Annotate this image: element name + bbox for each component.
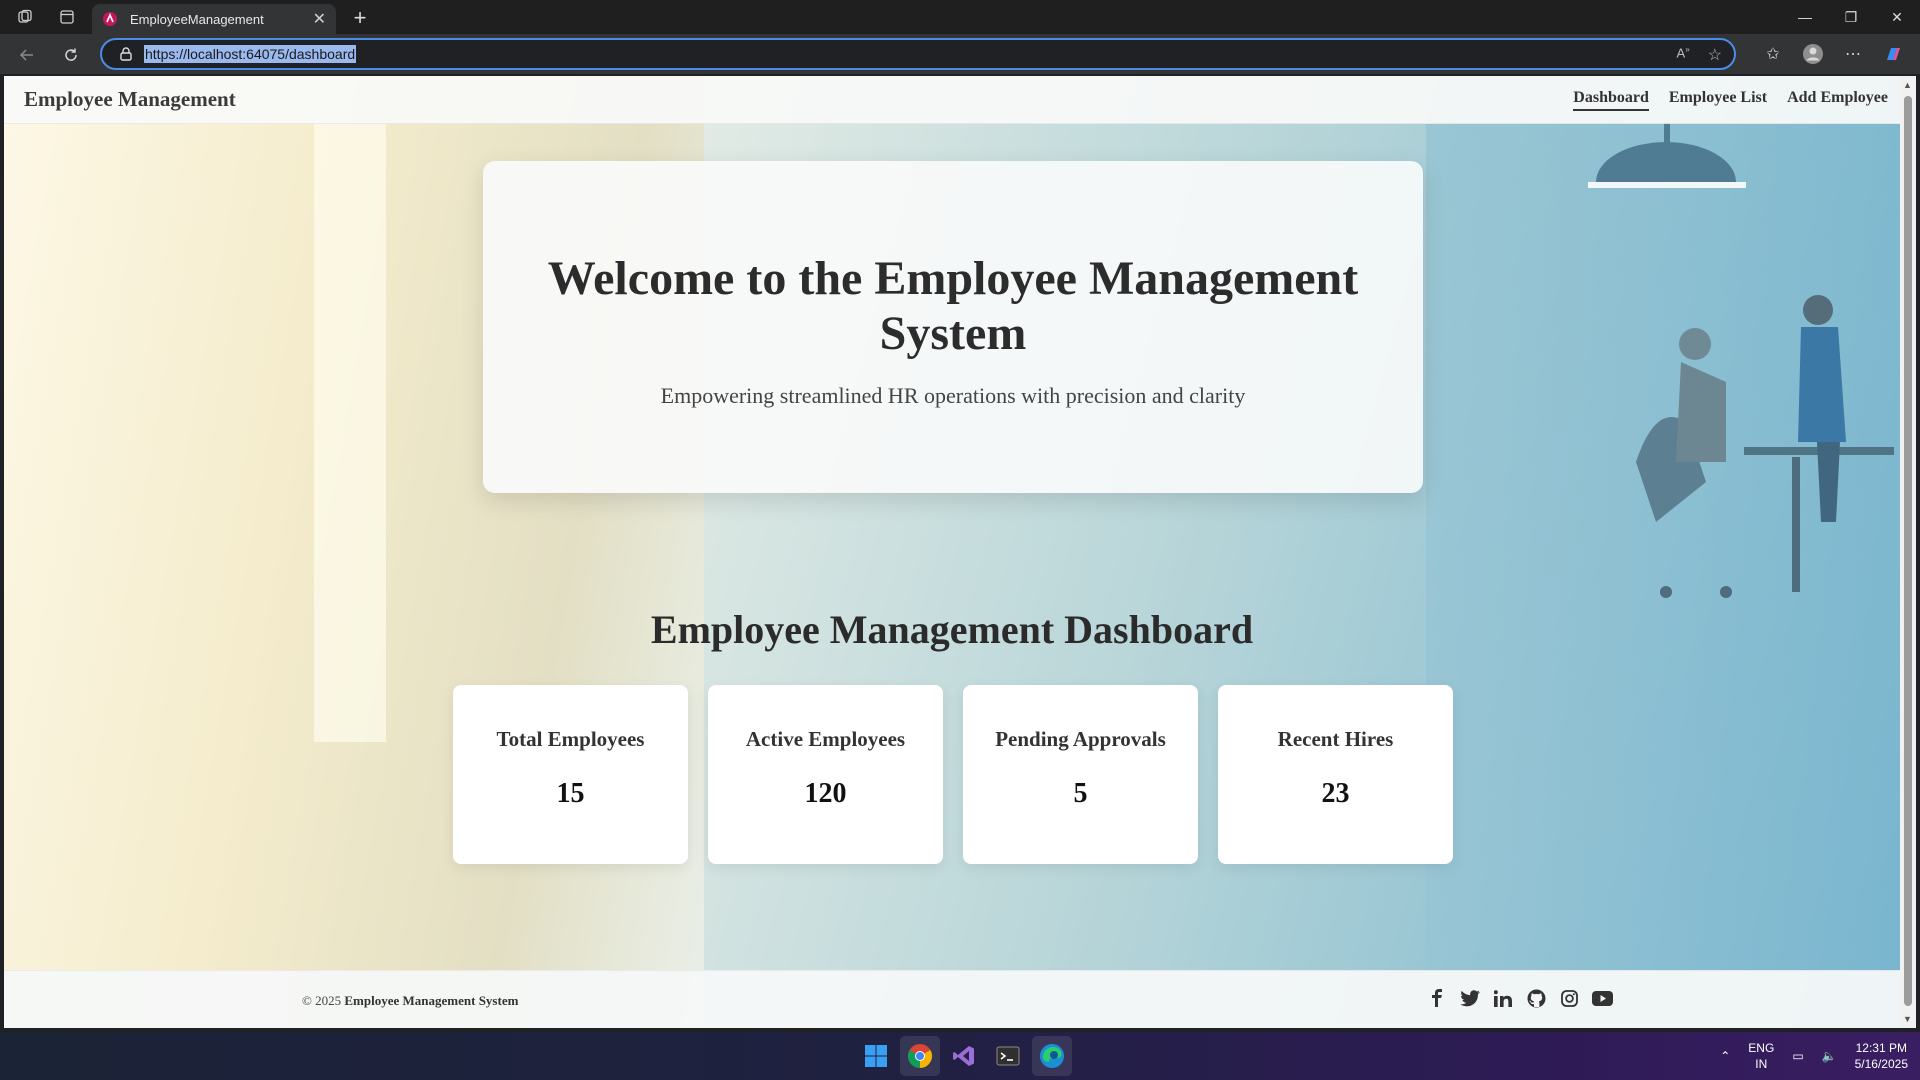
stat-label: Pending Approvals [995,727,1166,751]
stat-label: Active Employees [745,727,906,751]
profile-avatar-icon[interactable] [1800,41,1826,67]
nav-employee-list-link[interactable]: Employee List [1669,89,1767,111]
social-links [1426,987,1613,1009]
tab-actions-icon[interactable] [50,0,84,34]
language-line1: ENG [1748,1041,1775,1055]
page-viewport: Employee Management Dashboard Employee L… [4,76,1900,1028]
terminal-icon[interactable] [988,1036,1028,1076]
stat-label: Total Employees [496,727,645,751]
brand-title[interactable]: Employee Management [24,87,236,112]
copyright-year: © 2025 [302,993,342,1008]
stat-value: 15 [556,778,585,809]
address-bar-row: https://localhost:64075/dashboard A» ☆ ✩… [0,34,1920,74]
tray-overflow-chevron-icon[interactable]: ⌃ [1720,1049,1730,1063]
stats-cards: Total Employees 15 Active Employees 120 … [453,685,1453,864]
volume-icon[interactable]: 🔈 [1822,1049,1837,1063]
clock-time: 12:31 PM [1855,1041,1907,1055]
chrome-icon[interactable] [900,1036,940,1076]
copyright-name: Employee Management System [344,993,519,1008]
background-meeting-illustration [1426,122,1900,1028]
back-icon[interactable] [12,40,42,70]
app-favicon-icon [103,12,117,26]
scroll-down-icon[interactable]: ▼ [1903,1014,1912,1024]
copyright-text: © 2025 Employee Management System [302,993,518,1009]
url-text[interactable]: https://localhost:64075/dashboard [144,45,357,63]
url-bar[interactable]: https://localhost:64075/dashboard A» ☆ [100,38,1736,70]
system-tray: ⌃ ENG IN ▭ 🔈 12:31 PM 5/16/2025 [1720,1032,1908,1080]
github-icon[interactable] [1525,987,1547,1009]
tab-close-icon[interactable]: ✕ [313,9,326,29]
favorites-icon[interactable]: ✩ [1760,41,1786,67]
stat-value: 23 [1321,778,1350,809]
windows-start-icon[interactable] [856,1036,896,1076]
stat-card-total-employees: Total Employees 15 [453,685,688,864]
page-scrollbar[interactable]: ▲ ▼ [1900,76,1916,1028]
facebook-icon[interactable] [1426,987,1448,1009]
youtube-icon[interactable] [1591,987,1613,1009]
twitter-icon[interactable] [1459,987,1481,1009]
stat-value: 120 [804,778,847,809]
stat-card-active-employees: Active Employees 120 [708,685,943,864]
instagram-icon[interactable] [1558,987,1580,1009]
linkedin-icon[interactable] [1492,987,1514,1009]
stat-label: Recent Hires [1277,727,1394,751]
welcome-hero-card: Welcome to the Employee Management Syste… [483,161,1423,493]
copilot-icon[interactable] [1880,41,1906,67]
browser-toolbar: ✩ ⋯ [1760,34,1920,74]
stat-card-pending-approvals: Pending Approvals 5 [963,685,1198,864]
browser-tab-strip: EmployeeManagement ✕ + — ❐ ✕ [0,0,1920,34]
nav-add-employee-link[interactable]: Add Employee [1787,89,1888,111]
stat-card-recent-hires: Recent Hires 23 [1218,685,1453,864]
new-tab-button[interactable]: + [346,4,374,32]
favorite-star-icon[interactable]: ☆ [1708,45,1722,65]
edge-browser-icon[interactable] [1032,1036,1072,1076]
more-options-icon[interactable]: ⋯ [1840,41,1866,67]
clock[interactable]: 12:31 PM 5/16/2025 [1855,1040,1908,1072]
reload-icon[interactable] [56,40,86,70]
workspaces-icon[interactable] [8,0,42,34]
restore-icon[interactable]: ❐ [1828,0,1874,34]
visual-studio-icon[interactable] [944,1036,984,1076]
tab-title: EmployeeManagement [130,11,264,27]
hero-title: Welcome to the Employee Management Syste… [547,252,1359,360]
close-window-icon[interactable]: ✕ [1874,0,1920,34]
language-indicator[interactable]: ENG IN [1748,1040,1774,1072]
language-line2: IN [1755,1057,1768,1071]
site-footer: © 2025 Employee Management System [4,970,1900,1028]
read-aloud-icon[interactable]: A» [1677,45,1690,65]
scroll-up-icon[interactable]: ▲ [1903,80,1912,90]
dashboard-title: Employee Management Dashboard [650,607,1254,652]
hero-subtitle: Empowering streamlined HR operations wit… [660,383,1246,408]
site-header: Employee Management Dashboard Employee L… [4,76,1900,124]
minimize-icon[interactable]: — [1782,0,1828,34]
lock-icon[interactable] [118,46,134,62]
scrollbar-thumb[interactable] [1904,96,1912,1006]
main-nav: Dashboard Employee List Add Employee [1573,89,1888,111]
nav-dashboard-link[interactable]: Dashboard [1573,89,1649,111]
windows-taskbar: ⌃ ENG IN ▭ 🔈 12:31 PM 5/16/2025 [0,1032,1920,1080]
taskbar-apps [856,1036,1072,1076]
stat-value: 5 [1073,778,1088,809]
browser-tab-active[interactable]: EmployeeManagement ✕ [92,4,336,34]
window-controls: — ❐ ✕ [1782,0,1920,34]
network-icon[interactable]: ▭ [1792,1049,1803,1063]
clock-date: 5/16/2025 [1854,1057,1908,1071]
